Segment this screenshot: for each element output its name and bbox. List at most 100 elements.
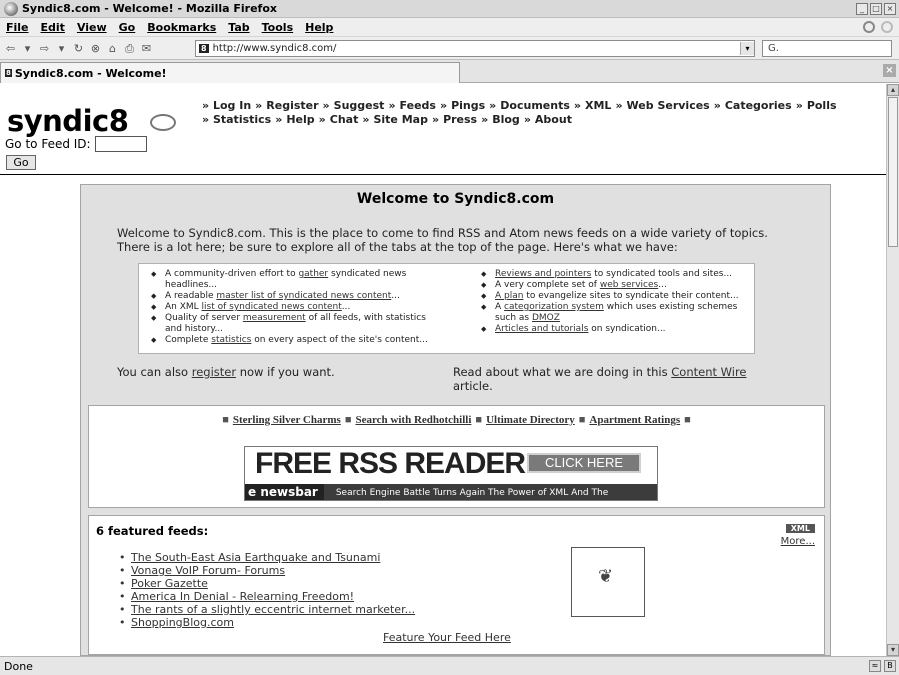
menu-go[interactable]: Go <box>119 21 136 34</box>
content-wire-link[interactable]: Content Wire <box>671 365 746 379</box>
intro-text: Welcome to Syndic8.com. This is the plac… <box>117 226 777 254</box>
feature-your-feed-link[interactable]: Feature Your Feed Here <box>383 631 511 644</box>
minimize-button[interactable]: _ <box>856 2 868 15</box>
ad-link-redhotchilli[interactable]: Search with Redhotchilli <box>355 414 471 426</box>
xml-badge[interactable]: XML <box>785 524 815 533</box>
ad-link-apartment-ratings[interactable]: Apartment Ratings <box>589 414 680 426</box>
site-logo[interactable]: syndic8 <box>7 104 129 138</box>
feed-id-label: Go to Feed ID: <box>5 137 91 151</box>
menu-tools[interactable]: Tools <box>262 21 293 34</box>
url-dropdown-icon[interactable]: ▾ <box>740 42 754 55</box>
feature-text: A <box>495 302 505 312</box>
feed-link[interactable]: Vonage VoIP Forum- Forums <box>131 564 285 577</box>
feature-link[interactable]: gather <box>298 269 328 279</box>
feed-id-input[interactable] <box>94 136 147 152</box>
nav-arrow: » <box>431 113 440 126</box>
feature-text: on every aspect of the site's content... <box>251 335 428 345</box>
feature-link[interactable]: measurement <box>243 313 306 323</box>
nav-web-services[interactable]: Web Services <box>627 99 710 112</box>
stop-icon[interactable]: ⊗ <box>89 42 102 55</box>
feature-link[interactable]: statistics <box>211 335 251 345</box>
scroll-thumb[interactable] <box>888 97 898 247</box>
scroll-up-icon[interactable]: ▴ <box>887 84 899 96</box>
logo-digit: 8 <box>108 104 129 138</box>
nav-categories[interactable]: Categories <box>725 99 792 112</box>
go-button[interactable]: Go <box>6 155 36 170</box>
nav-site-map[interactable]: Site Map <box>373 113 427 126</box>
feature-link[interactable]: Articles and tutorials <box>495 324 588 334</box>
scroll-down-icon[interactable]: ▾ <box>887 644 899 656</box>
back-icon[interactable]: ⇦ <box>4 42 17 55</box>
nav-pings[interactable]: Pings <box>451 99 485 112</box>
feature-link[interactable]: master list of syndicated news content <box>216 291 391 301</box>
nav-help[interactable]: Help <box>286 113 314 126</box>
nav-arrow: » <box>275 113 283 126</box>
maximize-button[interactable]: □ <box>870 2 882 15</box>
tab-syndic8[interactable]: 8 Syndic8.com - Welcome! <box>0 62 460 83</box>
forward-icon[interactable]: ⇨ <box>38 42 51 55</box>
nav-suggest[interactable]: Suggest <box>334 99 385 112</box>
nav-register[interactable]: Register <box>266 99 318 112</box>
close-window-button[interactable]: × <box>884 2 896 15</box>
nav-arrow: » <box>255 99 263 112</box>
feature-link[interactable]: Reviews and pointers <box>495 269 591 279</box>
feed-link[interactable]: The rants of a slightly eccentric intern… <box>131 603 415 616</box>
feature-item: A plan to evangelize sites to syndicate … <box>479 291 754 302</box>
feature-item: Complete statistics on every aspect of t… <box>149 335 439 346</box>
home-icon[interactable]: ⌂ <box>106 42 119 55</box>
menu-bar: File Edit View Go Bookmarks Tab Tools He… <box>0 18 899 37</box>
feature-link[interactable]: list of syndicated news content <box>202 302 342 312</box>
rss-icon[interactable]: ≈ <box>869 660 881 672</box>
menu-bookmarks[interactable]: Bookmarks <box>147 21 216 34</box>
ad-bullet: ■ <box>684 414 691 426</box>
intro-line-2: There is a lot here; be sure to explore … <box>117 240 678 254</box>
menu-view[interactable]: View <box>77 21 107 34</box>
menu-tab[interactable]: Tab <box>228 21 249 34</box>
menu-edit[interactable]: Edit <box>41 21 65 34</box>
url-text[interactable]: http://www.syndic8.com/ <box>213 43 740 54</box>
feature-link[interactable]: A plan <box>495 291 523 301</box>
nav-feeds[interactable]: Feeds <box>400 99 436 112</box>
forward-dropdown-icon[interactable]: ▾ <box>55 42 68 55</box>
url-bar[interactable]: 8 http://www.syndic8.com/ ▾ <box>195 40 755 57</box>
feed-image[interactable]: ❦ <box>571 547 645 617</box>
newsbar-banner[interactable]: FREE RSS READER CLICK HERE e newsbar Sea… <box>244 446 658 501</box>
back-dropdown-icon[interactable]: ▾ <box>21 42 34 55</box>
reload-icon[interactable]: ↻ <box>72 42 85 55</box>
nav-press[interactable]: Press <box>443 113 477 126</box>
feature-link[interactable]: web services <box>600 280 658 290</box>
nav-chat[interactable]: Chat <box>330 113 359 126</box>
feed-link[interactable]: ShoppingBlog.com <box>131 616 234 629</box>
menu-file[interactable]: File <box>6 21 29 34</box>
nav-documents[interactable]: Documents <box>500 99 570 112</box>
more-link[interactable]: More... <box>781 536 815 547</box>
search-field[interactable]: G. <box>762 40 892 57</box>
ad-link-sterling-silver[interactable]: Sterling Silver Charms <box>233 414 341 426</box>
nav-log-in[interactable]: Log In <box>213 99 251 112</box>
extension-icon[interactable]: B <box>884 660 896 672</box>
nav-xml[interactable]: XML <box>585 99 611 112</box>
feature-link[interactable]: categorization system <box>504 302 604 312</box>
nav-statistics[interactable]: Statistics <box>213 113 271 126</box>
intro-line-1: Welcome to Syndic8.com. This is the plac… <box>117 226 768 240</box>
vertical-scrollbar[interactable]: ▴ ▾ <box>886 84 899 656</box>
welcome-panel: Welcome to Syndic8.com Welcome to Syndic… <box>80 184 831 656</box>
register-link[interactable]: register <box>192 365 236 379</box>
feed-link[interactable]: Poker Gazette <box>131 577 208 590</box>
ad-link-ultimate-directory[interactable]: Ultimate Directory <box>486 414 575 426</box>
feature-item: A very complete set of web services... <box>479 280 754 291</box>
menu-help[interactable]: Help <box>305 21 333 34</box>
features-left-list: A community-driven effort to gather synd… <box>149 269 439 346</box>
mail-icon[interactable]: ✉ <box>140 42 153 55</box>
throbber-icon <box>863 21 875 33</box>
close-tab-icon[interactable]: × <box>883 64 896 77</box>
print-icon[interactable]: ⎙ <box>123 42 136 55</box>
nav-blog[interactable]: Blog <box>492 113 520 126</box>
feed-link[interactable]: America In Denial - Relearning Freedom! <box>131 590 354 603</box>
dmoz-link[interactable]: DMOZ <box>532 313 560 323</box>
nav-polls[interactable]: Polls <box>807 99 837 112</box>
feed-link[interactable]: The South-East Asia Earthquake and Tsuna… <box>131 551 380 564</box>
banner-click-here-button[interactable]: CLICK HERE <box>527 453 641 473</box>
feature-text: ... <box>341 302 351 312</box>
nav-about[interactable]: About <box>535 113 572 126</box>
